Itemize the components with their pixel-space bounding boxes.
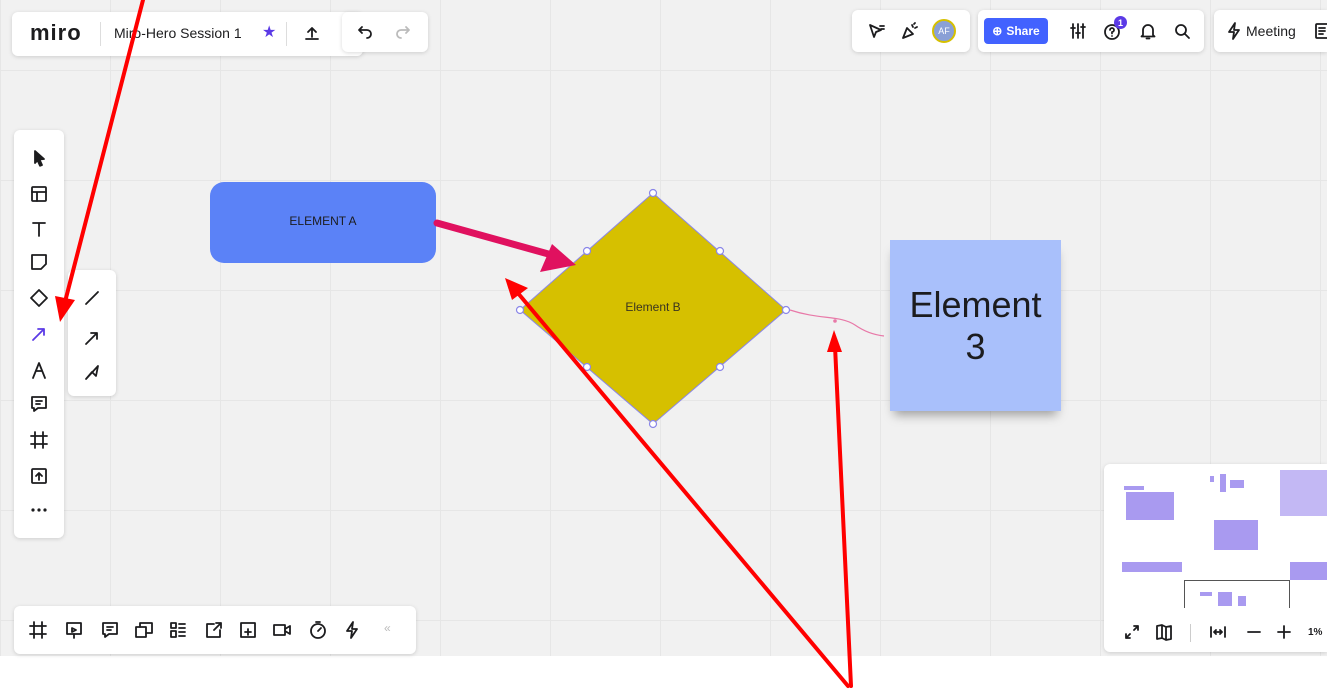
zoom-level: 1%	[1308, 627, 1323, 638]
element-a-label: ELEMENT A	[289, 213, 357, 228]
meeting-bar: Meeting	[1214, 10, 1327, 52]
arrow-tool-icon[interactable]	[25, 320, 53, 348]
notes-icon[interactable]	[1308, 17, 1327, 45]
zoom-in-icon[interactable]	[1270, 618, 1298, 646]
bell-icon[interactable]	[1134, 17, 1162, 45]
settings-sliders-icon[interactable]	[1064, 17, 1092, 45]
minimap-view[interactable]	[1114, 470, 1327, 608]
redo-icon[interactable]	[390, 18, 418, 46]
map-icon[interactable]	[1150, 618, 1178, 646]
miro-board-window: miro Miro-Hero Session 1 ★ AF ⊕ Share 1 …	[0, 0, 1327, 694]
lightning-icon[interactable]	[1220, 17, 1248, 45]
pen-icon[interactable]	[25, 356, 53, 384]
fit-width-icon[interactable]	[1204, 618, 1232, 646]
frame-icon[interactable]	[25, 426, 53, 454]
presentation-icon[interactable]	[60, 616, 88, 644]
search-icon[interactable]	[1168, 17, 1196, 45]
bottom-toolbar: «	[14, 606, 416, 654]
minimap-block	[1230, 480, 1244, 488]
sticky-note-element-3[interactable]: Element 3	[890, 240, 1061, 411]
sticky-text-line2: 3	[965, 325, 986, 367]
element-b-label-wrap: Element B	[583, 298, 723, 316]
share-label: Share	[1006, 24, 1040, 38]
help-badge: 1	[1114, 16, 1127, 29]
activity-icon[interactable]	[338, 616, 366, 644]
share-globe-icon: ⊕	[992, 24, 1003, 38]
tools-bar: ⊕ Share 1	[978, 10, 1204, 52]
element-b-label: Element B	[625, 300, 681, 314]
comments-icon[interactable]	[96, 616, 124, 644]
minimap-block	[1126, 492, 1174, 520]
divider	[286, 22, 287, 46]
sticky-note-icon[interactable]	[25, 248, 53, 276]
embed-icon[interactable]	[234, 616, 262, 644]
divider	[1190, 624, 1191, 642]
reactions-icon[interactable]	[862, 17, 890, 45]
line-submenu	[68, 270, 116, 396]
divider	[100, 22, 101, 46]
cards-icon[interactable]	[130, 616, 158, 644]
timer-icon[interactable]	[304, 616, 332, 644]
minimap-block	[1280, 470, 1327, 516]
template-icon[interactable]	[25, 180, 53, 208]
minimap-block	[1290, 562, 1327, 580]
text-icon[interactable]	[25, 215, 53, 243]
undo-redo-bar	[342, 12, 428, 52]
arrow-line-icon[interactable]	[78, 324, 106, 352]
shapes-icon[interactable]	[25, 284, 53, 312]
minimap-block	[1220, 474, 1226, 492]
minimap-block	[1210, 476, 1214, 482]
element-a-shape[interactable]: ELEMENT A	[210, 182, 436, 263]
sticky-text-line1: Element	[909, 283, 1042, 325]
frames-icon[interactable]	[24, 616, 52, 644]
board-header: miro Miro-Hero Session 1 ★	[12, 12, 363, 56]
kanban-icon[interactable]	[164, 616, 192, 644]
collapse-icon[interactable]: «	[384, 621, 391, 635]
minimap-block	[1124, 486, 1144, 490]
celebrate-icon[interactable]	[896, 17, 924, 45]
fit-screen-icon[interactable]	[1118, 618, 1146, 646]
avatar[interactable]: AF	[932, 19, 956, 43]
minimap-panel: 1%	[1104, 464, 1327, 652]
zoom-out-icon[interactable]	[1240, 618, 1268, 646]
avatar-initials: AF	[938, 26, 950, 36]
share-button[interactable]: ⊕ Share	[984, 18, 1048, 44]
cursor-icon[interactable]	[25, 144, 53, 172]
minimap-viewport-frame[interactable]	[1184, 580, 1290, 608]
elbow-line-icon[interactable]	[78, 358, 106, 386]
comment-icon[interactable]	[25, 390, 53, 418]
meeting-label[interactable]: Meeting	[1246, 23, 1296, 39]
upload-icon[interactable]	[25, 462, 53, 490]
star-icon[interactable]: ★	[262, 22, 276, 42]
straight-line-icon[interactable]	[78, 284, 106, 312]
left-toolbar	[14, 130, 64, 538]
miro-logo[interactable]: miro	[30, 20, 82, 46]
export-icon[interactable]	[200, 616, 228, 644]
undo-icon[interactable]	[350, 18, 378, 46]
video-icon[interactable]	[268, 616, 296, 644]
minimap-block	[1214, 520, 1258, 550]
board-title[interactable]: Miro-Hero Session 1	[114, 25, 242, 41]
minimap-block	[1122, 562, 1182, 572]
upload-icon[interactable]	[298, 20, 326, 48]
collab-bar: AF	[852, 10, 970, 52]
more-icon[interactable]	[25, 496, 53, 524]
